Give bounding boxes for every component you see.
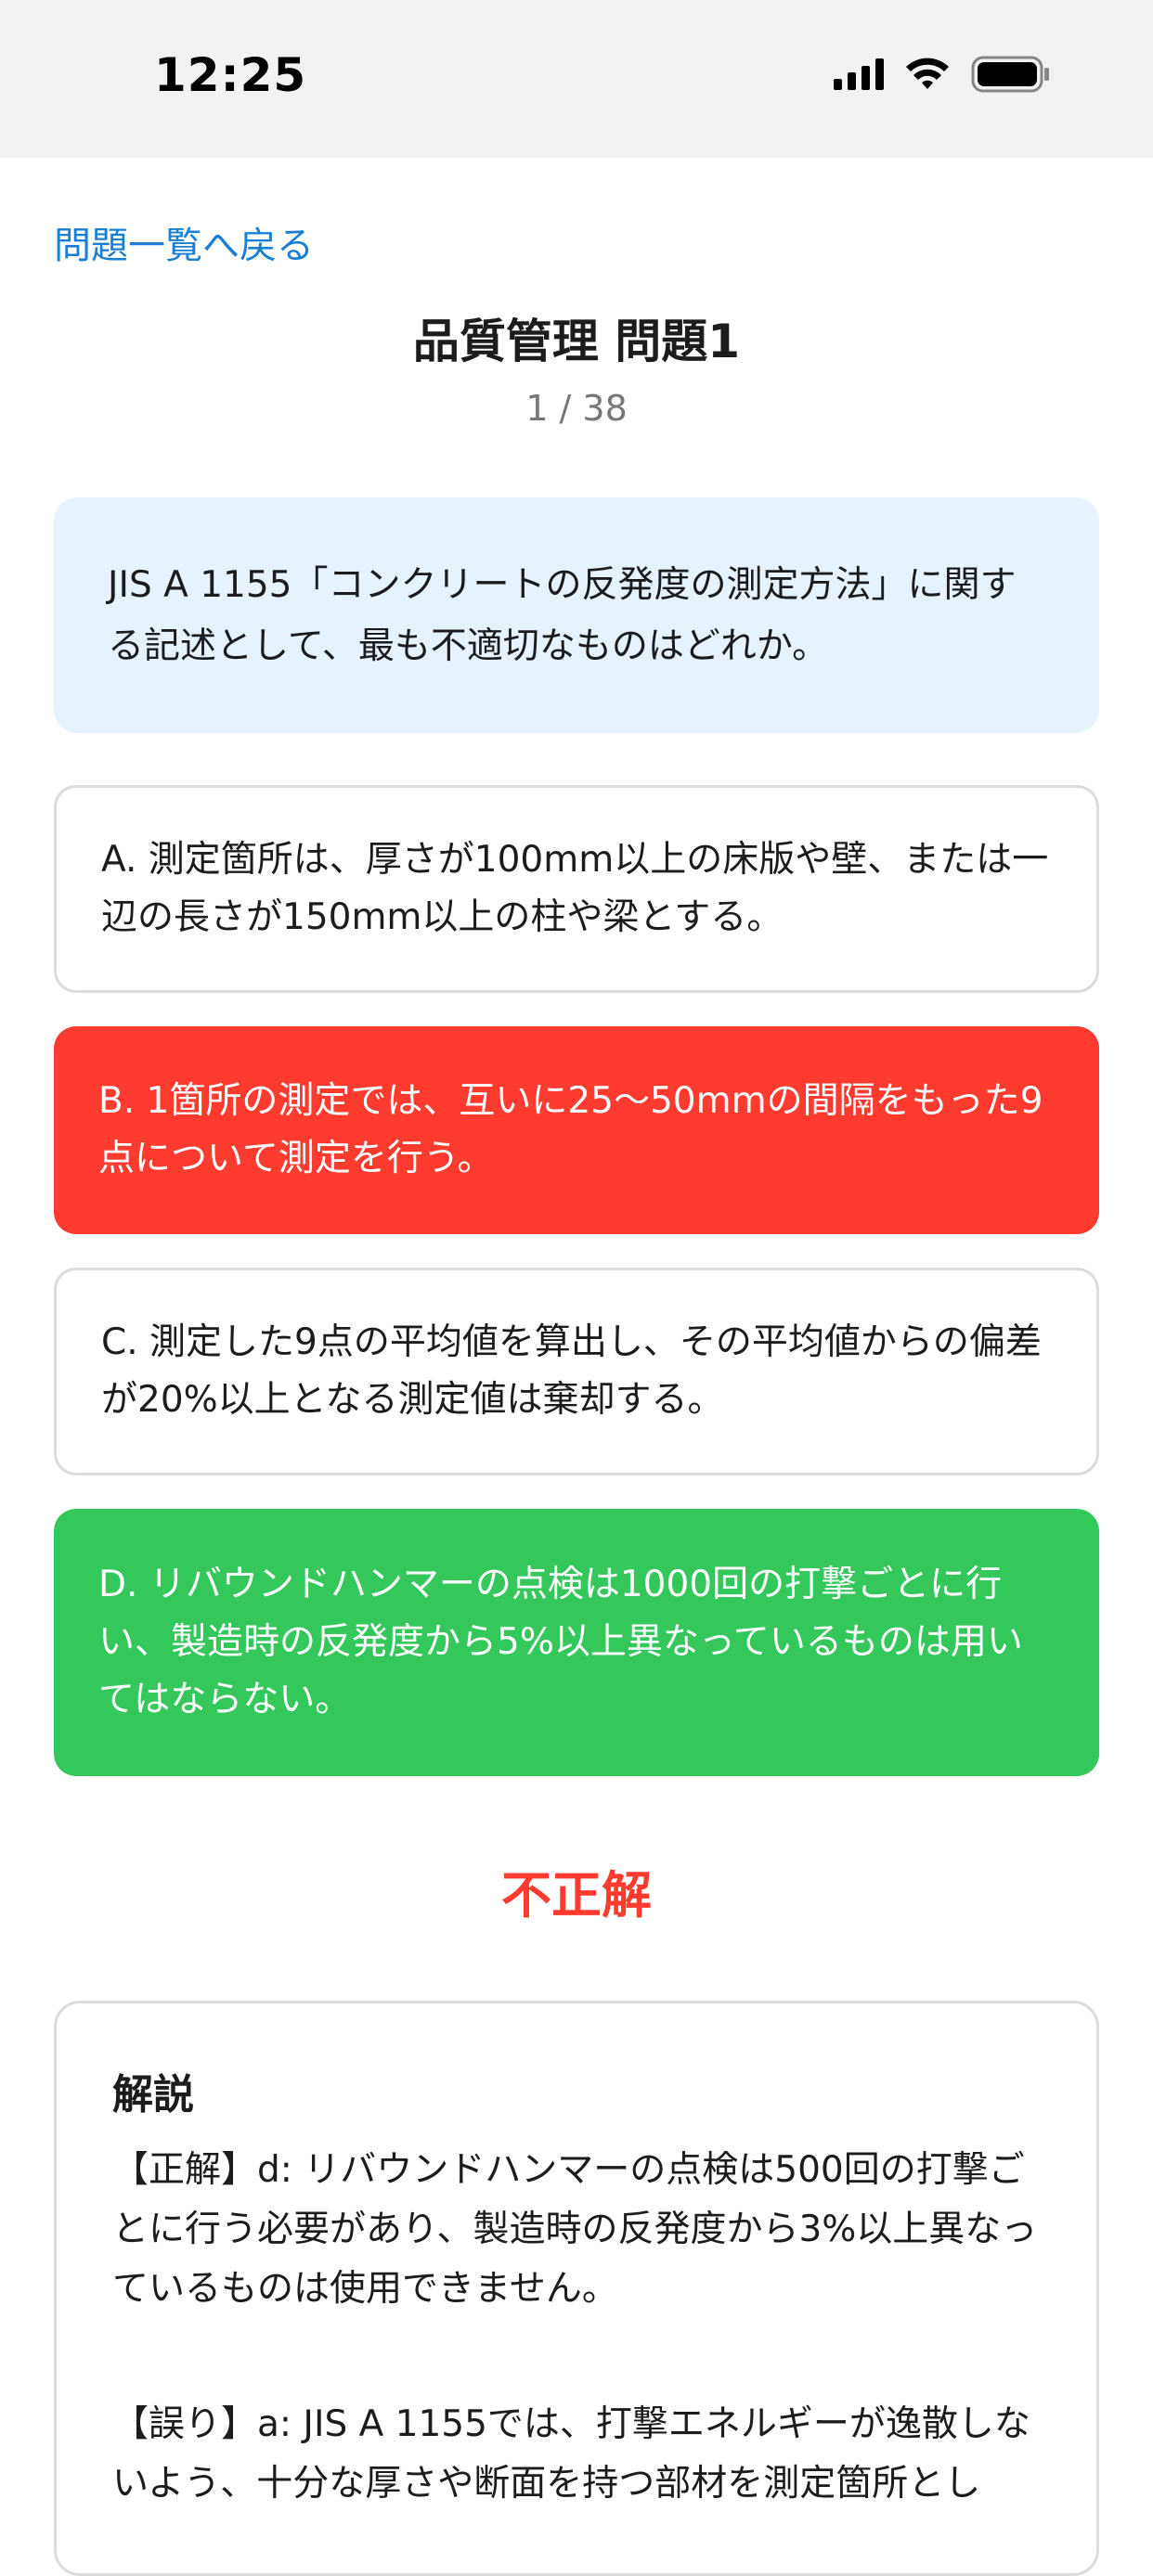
- option-b-label: B. 1箇所の測定では、互いに25〜50mmの間隔をもった9点について測定を行う…: [98, 1080, 1043, 1179]
- page-title: 品質管理 問題1: [412, 315, 741, 368]
- battery-icon: [971, 56, 1051, 93]
- status-icons: [834, 56, 1051, 93]
- option-d-label: D. リバウンドハンマーの点検は1000回の打撃ごとに行い、製造時の反発度から5…: [98, 1564, 1023, 1720]
- cellular-signal-icon: [834, 58, 884, 90]
- option-a-button[interactable]: A. 測定箇所は、厚さが100mm以上の床版や壁、または一辺の長さが150mm以…: [54, 785, 1099, 993]
- wifi-icon: [904, 58, 951, 91]
- question-text: JIS A 1155「コンクリートの反発度の測定方法」に関する記述として、最も不…: [108, 564, 1017, 667]
- explanation-paragraph: 【正解】d: リバウンドハンマーの点検は500回の打撃ごとに行う必要があり、製造…: [112, 2149, 1038, 2310]
- option-b-button[interactable]: B. 1箇所の測定では、互いに25〜50mmの間隔をもった9点について測定を行う…: [54, 1026, 1099, 1234]
- explanation-title: 解説: [112, 2071, 194, 2119]
- option-a-label: A. 測定箇所は、厚さが100mm以上の床版や壁、または一辺の長さが150mm以…: [101, 839, 1049, 938]
- question-box: JIS A 1155「コンクリートの反発度の測定方法」に関する記述として、最も不…: [54, 497, 1099, 733]
- back-to-list-link[interactable]: 問題一覧へ戻る: [54, 215, 314, 269]
- result-text: 不正解: [501, 1866, 652, 1925]
- option-c-label: C. 測定した9点の平均値を算出し、その平均値からの偏差が20%以上となる測定値…: [101, 1321, 1042, 1421]
- option-d-button[interactable]: D. リバウンドハンマーの点検は1000回の打撃ごとに行い、製造時の反発度から5…: [54, 1509, 1099, 1776]
- explanation-box: 解説 【正解】d: リバウンドハンマーの点検は500回の打撃ごとに行う必要があり…: [54, 2001, 1099, 2576]
- status-time: 12:25: [154, 48, 307, 102]
- question-progress: 1 / 38: [525, 388, 628, 429]
- explanation-paragraph: 【誤り】a: JIS A 1155では、打撃エネルギーが逸散しないよう、十分な厚…: [112, 2403, 1030, 2505]
- option-c-button[interactable]: C. 測定した9点の平均値を算出し、その平均値からの偏差が20%以上となる測定値…: [54, 1268, 1099, 1475]
- status-bar: 12:25: [0, 0, 1153, 158]
